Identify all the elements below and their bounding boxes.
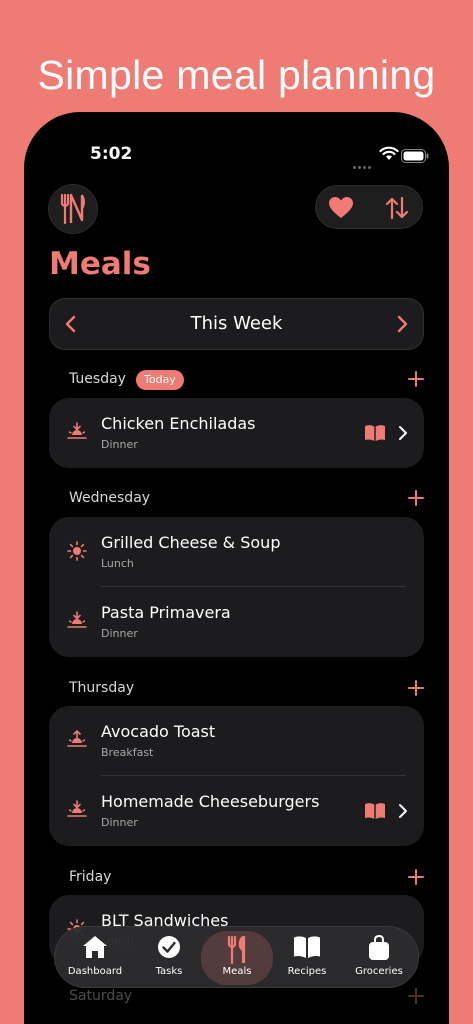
day-name: Thursday (69, 680, 135, 696)
chevron-right-icon[interactable] (395, 314, 409, 338)
add-meal-plus-icon[interactable] (408, 680, 424, 700)
sunrise-icon (67, 730, 87, 752)
day-header-thursday: Thursday (69, 676, 424, 700)
day-name: Wednesday (69, 490, 151, 506)
recipe-book-icon[interactable] (364, 424, 386, 446)
book-icon (271, 935, 343, 961)
sunset-icon (67, 422, 87, 444)
tab-label: Groceries (355, 966, 403, 977)
meal-type: Dinner (101, 816, 138, 829)
meal-row[interactable]: Avocado Toast Breakfast (49, 706, 424, 776)
meal-type: Lunch (101, 557, 134, 570)
today-badge: Today (136, 370, 184, 390)
cellular-signal-icon (351, 154, 371, 173)
sunset-icon (67, 800, 87, 822)
week-label: This Week (190, 313, 283, 334)
chevron-right-icon[interactable] (398, 425, 408, 445)
day-card-thursday: Avocado Toast Breakfast Homemade Cheeseb… (49, 706, 424, 846)
meal-row[interactable]: Pasta Primavera Dinner (49, 587, 424, 657)
add-meal-plus-icon[interactable] (408, 490, 424, 510)
chevron-right-icon[interactable] (398, 803, 408, 823)
tab-meals[interactable]: Meals (201, 931, 273, 985)
tab-label: Recipes (287, 966, 327, 977)
meal-row[interactable]: Grilled Cheese & Soup Lunch (49, 517, 424, 587)
favorites-heart-icon[interactable] (328, 196, 354, 224)
battery-icon (401, 148, 429, 167)
wifi-icon (379, 146, 399, 165)
bag-icon (343, 935, 415, 961)
day-name: Tuesday (69, 371, 126, 387)
status-bar: 5:02 (24, 142, 449, 169)
tab-groceries[interactable]: Groceries (343, 927, 415, 989)
meal-name: Homemade Cheeseburgers (101, 792, 320, 811)
tab-bar: Dashboard Tasks Meals Recipes Groceries (54, 926, 419, 988)
tab-dashboard[interactable]: Dashboard (59, 927, 131, 989)
tab-tasks[interactable]: Tasks (133, 927, 205, 989)
top-actions-pill (315, 185, 423, 229)
meal-row[interactable]: Chicken Enchiladas Dinner (49, 398, 424, 468)
app-logo-button[interactable] (48, 184, 98, 234)
recipe-book-icon[interactable] (364, 802, 386, 824)
add-meal-plus-icon[interactable] (408, 371, 424, 391)
promo-headline: Simple meal planning (37, 52, 436, 98)
house-icon (59, 935, 131, 961)
status-time: 5:02 (90, 144, 133, 164)
add-meal-plus-icon[interactable] (408, 869, 424, 889)
checkmark-circle-icon (133, 935, 205, 961)
meal-type: Breakfast (101, 746, 154, 759)
meal-name: Pasta Primavera (101, 603, 231, 622)
sort-arrows-icon[interactable] (384, 195, 410, 225)
meal-type: Dinner (101, 438, 138, 451)
day-header-tuesday: Tuesday Today (69, 367, 424, 391)
meal-name: Grilled Cheese & Soup (101, 533, 281, 552)
meal-name: Avocado Toast (101, 722, 216, 741)
page-title: Meals (49, 246, 151, 282)
meal-row[interactable]: Homemade Cheeseburgers Dinner (49, 776, 424, 846)
tab-label: Meals (222, 966, 252, 977)
tab-label: Dashboard (67, 966, 123, 977)
day-card-wednesday: Grilled Cheese & Soup Lunch Pasta Primav… (49, 517, 424, 657)
fork-knife-icon (201, 936, 273, 964)
phone-screen: 5:02 Meals This Week Tuesday Today Chick… (24, 112, 449, 1024)
week-navigator: This Week (49, 298, 424, 350)
day-name: Friday (69, 869, 112, 885)
sun-icon (67, 541, 87, 565)
day-header-friday: Friday (69, 865, 424, 889)
day-card-tuesday: Chicken Enchiladas Dinner (49, 398, 424, 468)
add-meal-plus-icon[interactable] (408, 988, 424, 1008)
meal-name: Chicken Enchiladas (101, 414, 256, 433)
app-logo-icon (60, 193, 85, 225)
day-header-wednesday: Wednesday (69, 486, 424, 510)
sunset-icon (67, 611, 87, 633)
tab-recipes[interactable]: Recipes (271, 927, 343, 989)
tab-label: Tasks (155, 966, 183, 977)
meal-type: Dinner (101, 627, 138, 640)
day-name: Saturday (69, 988, 133, 1004)
